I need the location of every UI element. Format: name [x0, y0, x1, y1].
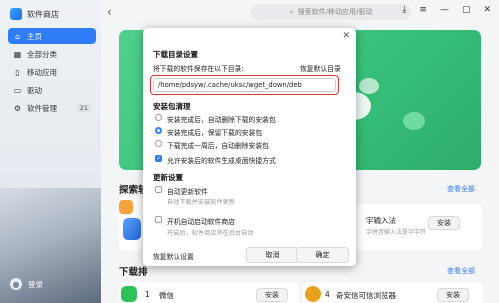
download-dir-label: 将下载的软件保存在以下目录:	[153, 65, 244, 73]
download-icon[interactable]: ⤓	[402, 5, 406, 15]
close-icon[interactable]: ✕	[342, 31, 350, 41]
section-title-downloads: 下载排	[119, 267, 148, 278]
menu-icon[interactable]: ≡	[419, 5, 427, 15]
rank-card-qianxin[interactable]: 4 奇安信可信浏览器 安装	[303, 282, 483, 303]
sidebar-item-label: 全部分类	[27, 49, 57, 59]
settings-dialog: ✕ 下载目录设置 将下载的软件保存在以下目录: 恢复默认目录 /home/pds…	[143, 28, 356, 266]
cleanup-option-label: 安装完成后，自动删除下载的安装包	[167, 116, 276, 124]
search-icon: ⌕	[289, 7, 294, 16]
reset-defaults-link[interactable]: 恢复默认设置	[153, 251, 194, 261]
sidebar-item-label: 移动应用	[27, 67, 57, 77]
search-placeholder: 搜索软件/移动应用/驱动	[297, 8, 373, 16]
grid-icon: ▦	[13, 49, 22, 59]
download-path-input[interactable]: /home/pdsyw/.cache/uksc/wget_down/deb	[153, 78, 336, 92]
sidebar-item-label: 驱动	[27, 85, 42, 95]
autostart-desc: 开启后，软件商店将在后台自动	[167, 230, 254, 237]
minimize-icon[interactable]: —	[440, 5, 449, 15]
cleanup-header: 安装包清理	[153, 102, 191, 111]
sidebar-item-label: 主页	[27, 31, 42, 41]
driver-icon: ▭	[13, 85, 22, 95]
sidebar-item-software-manager[interactable]: ⚙ 软件管理 21	[8, 100, 96, 116]
login-button[interactable]: ● 登录	[10, 278, 43, 290]
cleanup-option-label: 安装完成后，保留下载的安装包	[167, 129, 263, 137]
gear-icon: ⚙	[13, 103, 22, 113]
login-label: 登录	[28, 279, 43, 289]
cleanup-option-radio[interactable]	[155, 114, 162, 121]
app-window: 软件商店 ⌂ 主页 ▦ 全部分类 ▯ 移动应用 ▭ 驱动 ⚙ 软件管理 21 ●…	[0, 0, 499, 303]
download-dir-header: 下载目录设置	[153, 50, 198, 59]
cleanup-option-label: 下载完成一周后，自动删除安装包	[167, 142, 269, 150]
app-name: 微信	[159, 291, 174, 300]
install-button[interactable]: 安装	[256, 288, 288, 302]
view-all-downloads-link[interactable]: 查看全部	[447, 266, 475, 276]
wechat-icon	[121, 286, 137, 302]
chat-bubble-small-icon	[359, 78, 379, 94]
update-header: 更新设置	[153, 173, 183, 182]
app-desc: 宇拼音输入法是华宇开	[366, 229, 427, 236]
close-icon[interactable]: ✕	[483, 5, 491, 15]
sidebar-item-categories[interactable]: ▦ 全部分类	[8, 46, 96, 62]
confirm-button[interactable]: 确定	[296, 247, 349, 263]
update-count-badge: 21	[75, 104, 92, 112]
autostart-label: 开机自动启动软件商店	[167, 218, 235, 226]
sidebar-item-label: 软件管理	[27, 103, 57, 113]
app-name: 软件商店	[27, 9, 59, 19]
cleanup-option-radio[interactable]	[155, 127, 162, 134]
sidebar-item-home[interactable]: ⌂ 主页	[8, 28, 96, 44]
app-icon	[123, 218, 141, 240]
install-button[interactable]: 安装	[437, 288, 469, 302]
cancel-button[interactable]: 取消	[246, 247, 299, 263]
video-icon	[403, 112, 425, 130]
sidebar-item-drivers[interactable]: ▭ 驱动	[8, 82, 96, 98]
window-controls: ⤓ ≡ — ▢ ✕	[402, 5, 491, 15]
phone-icon: ▯	[15, 67, 20, 77]
search-input[interactable]: ⌕ 搜索软件/移动应用/驱动	[251, 4, 411, 20]
auto-update-desc: 自动下载并安装软件更新	[167, 199, 236, 206]
reset-dir-link[interactable]: 恢复默认目录	[300, 63, 341, 73]
avatar-icon: ●	[10, 278, 22, 290]
auto-update-label: 自动更新软件	[167, 188, 208, 196]
app-name: 宇输入法	[366, 216, 396, 225]
sidebar: 软件商店 ⌂ 主页 ▦ 全部分类 ▯ 移动应用 ▭ 驱动 ⚙ 软件管理 21 ●…	[0, 0, 101, 303]
app-icon	[119, 200, 133, 214]
browser-icon	[305, 286, 321, 302]
sidebar-item-mobile-apps[interactable]: ▯ 移动应用	[8, 64, 96, 80]
top-bar: ‹ ⌕ 搜索软件/移动应用/驱动 ⤓ ≡ — ▢ ✕	[101, 0, 499, 24]
rank-card-wechat[interactable]: 1 微信 安装	[119, 282, 299, 303]
explore-card-input-method[interactable]: 宇输入法 宇拼音输入法是华宇开 安装	[356, 204, 482, 250]
app-logo-icon	[10, 8, 22, 20]
home-icon: ⌂	[14, 31, 21, 41]
cleanup-option-radio[interactable]	[155, 140, 162, 147]
shortcut-label: 允许安装后的软件生成桌面快捷方式	[167, 157, 276, 165]
app-brand: 软件商店	[10, 8, 59, 20]
back-arrow-icon[interactable]: ‹	[107, 5, 112, 19]
autostart-checkbox[interactable]	[155, 216, 162, 223]
explore-card-left[interactable]	[119, 196, 142, 250]
view-all-explore-link[interactable]: 查看全部	[447, 184, 475, 194]
shortcut-checkbox[interactable]: ✓	[155, 155, 162, 162]
install-button[interactable]: 安装	[428, 216, 460, 230]
auto-update-checkbox[interactable]	[155, 186, 162, 193]
sidebar-nav: ⌂ 主页 ▦ 全部分类 ▯ 移动应用 ▭ 驱动 ⚙ 软件管理 21	[8, 28, 96, 118]
rank-number: 1	[145, 290, 150, 299]
rank-number: 4	[325, 290, 330, 299]
maximize-icon[interactable]: ▢	[462, 5, 471, 15]
app-name: 奇安信可信浏览器	[336, 291, 396, 300]
